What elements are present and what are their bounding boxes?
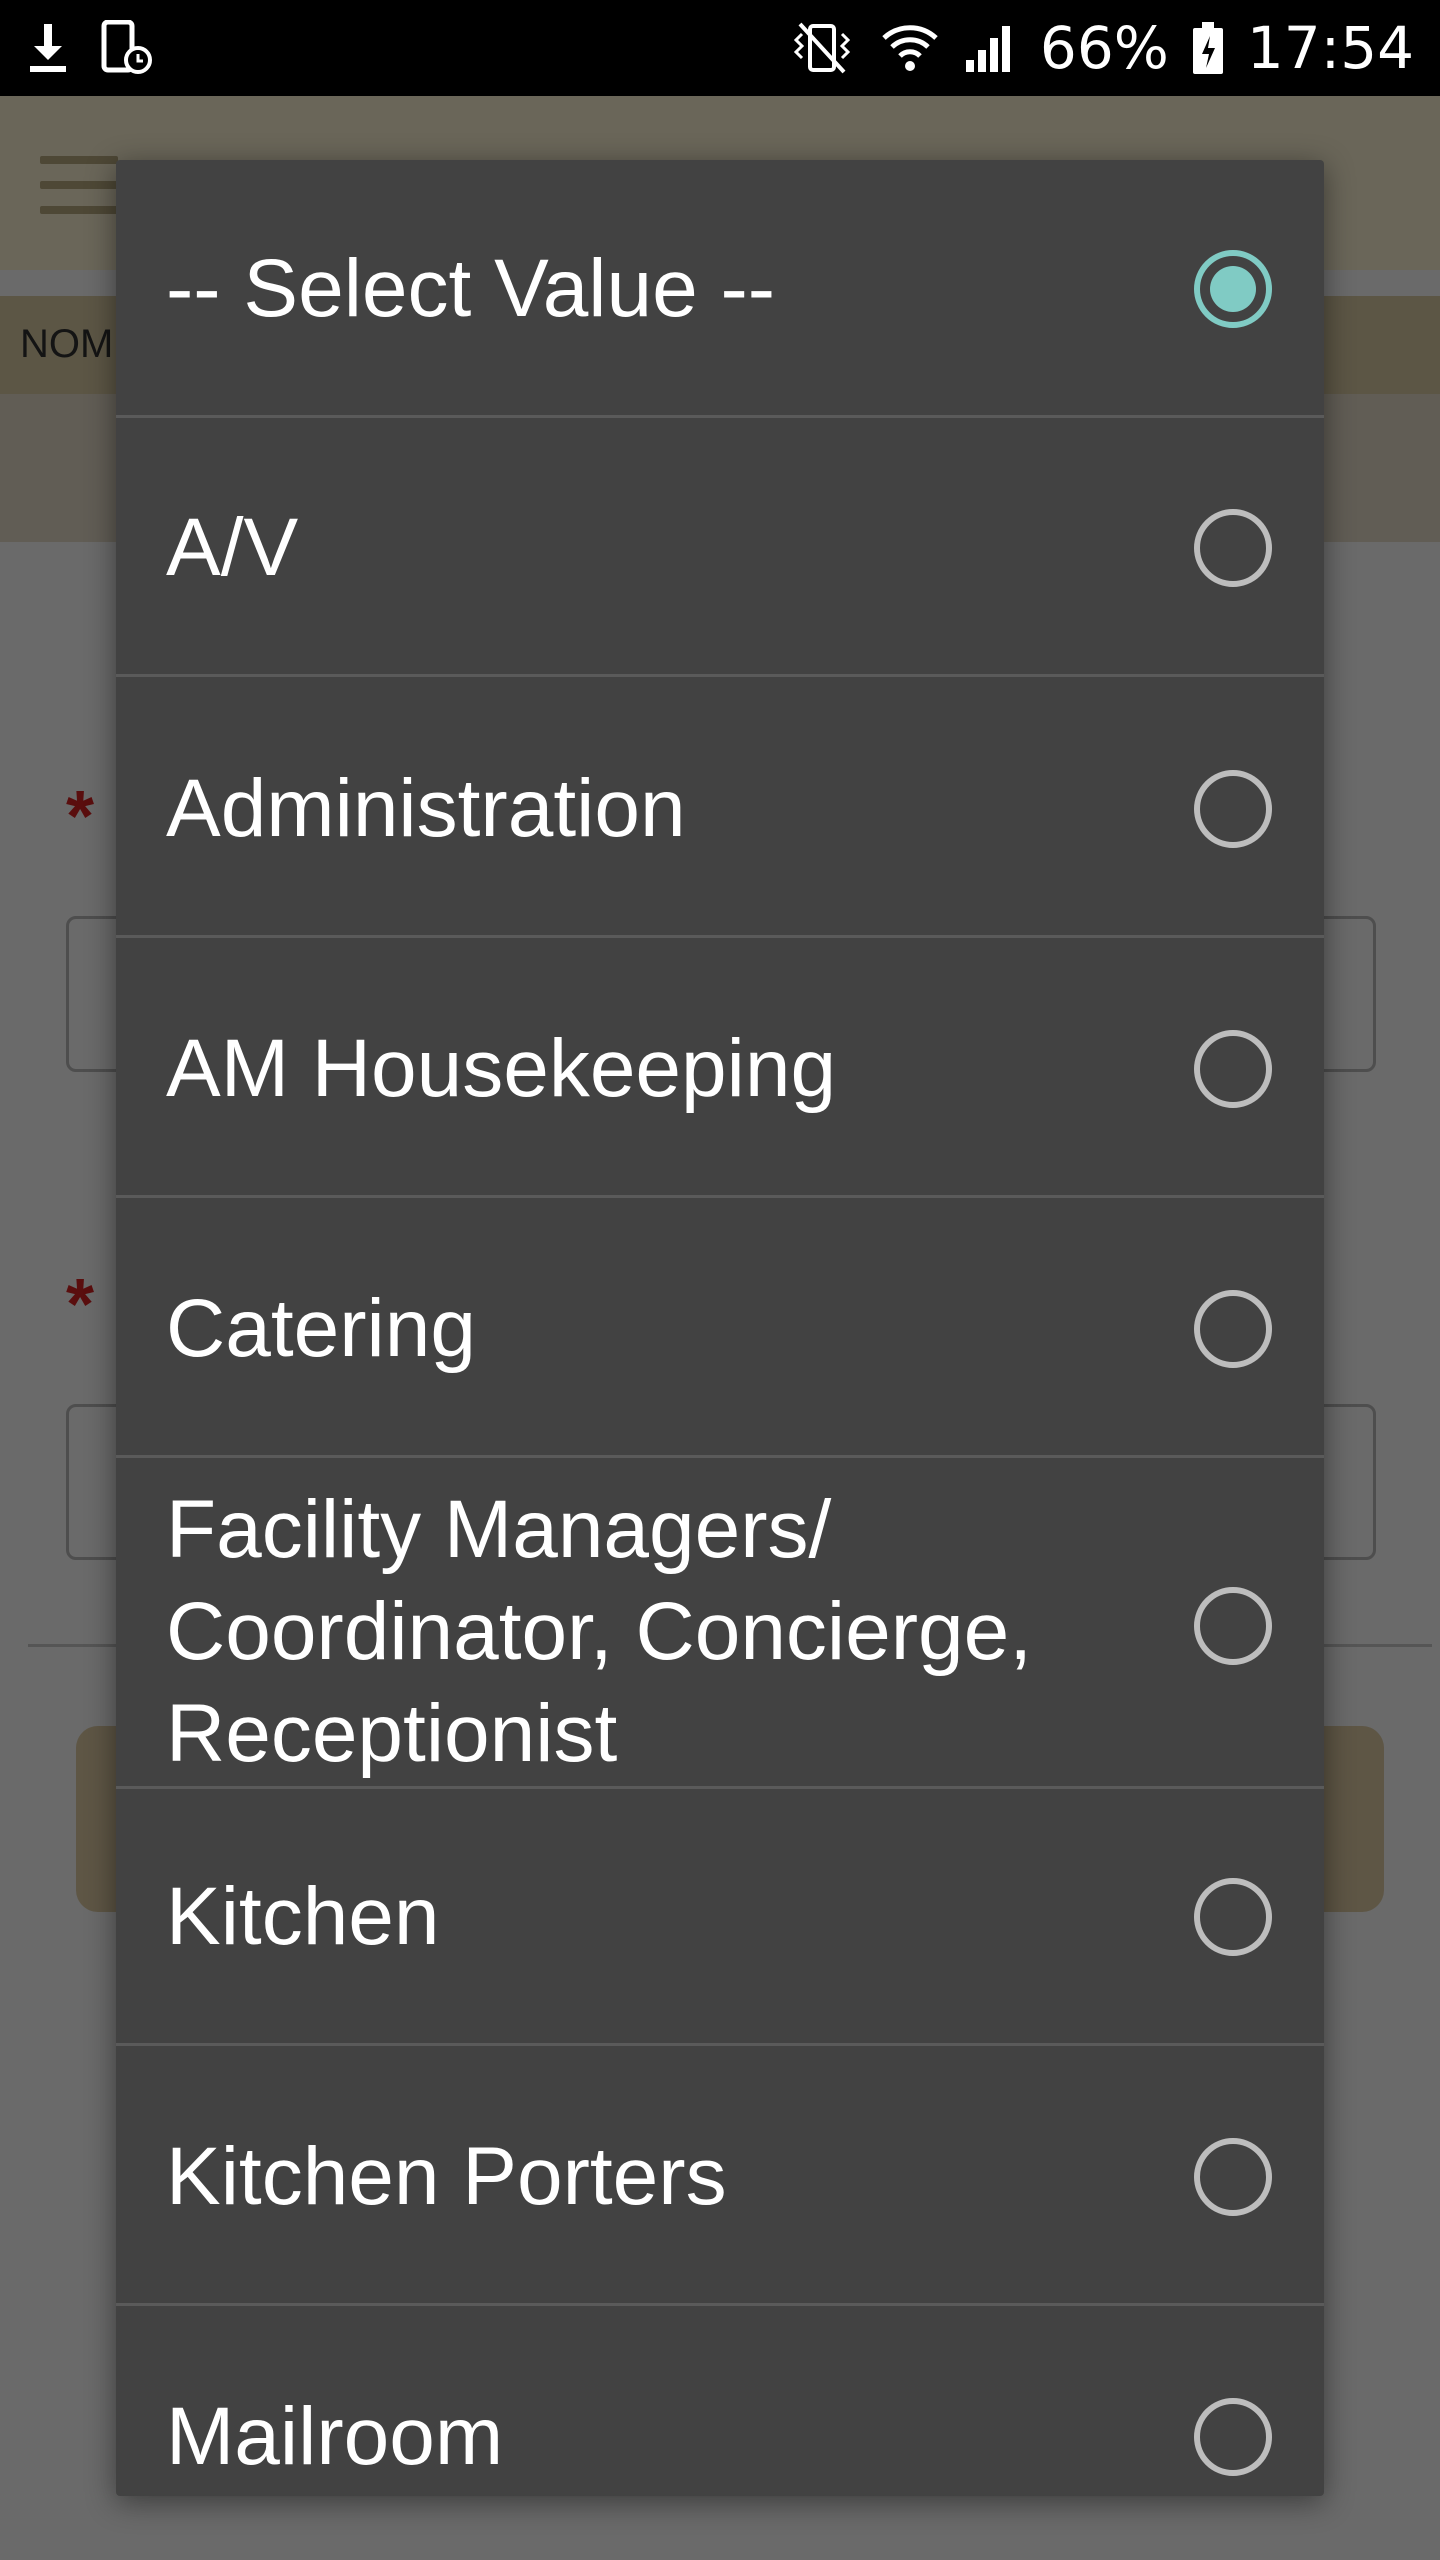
- radio-icon[interactable]: [1194, 2138, 1272, 2216]
- signal-icon: [962, 22, 1018, 74]
- device-clock-icon: [100, 20, 152, 76]
- select-value-dialog: -- Select Value -- A/V Administration AM…: [116, 160, 1324, 2496]
- menu-icon: [40, 156, 118, 214]
- radio-icon[interactable]: [1194, 1587, 1272, 1665]
- required-asterisk-icon: *: [66, 777, 95, 857]
- option-administration[interactable]: Administration: [116, 680, 1324, 938]
- option-select-value[interactable]: -- Select Value --: [116, 160, 1324, 418]
- radio-icon[interactable]: [1194, 2398, 1272, 2476]
- radio-icon[interactable]: [1194, 770, 1272, 848]
- download-icon: [26, 22, 70, 74]
- option-mailroom[interactable]: Mailroom: [116, 2308, 1324, 2496]
- required-asterisk-icon: *: [66, 1265, 95, 1345]
- sub-header-text: NOM: [20, 322, 114, 366]
- option-kitchen-porters[interactable]: Kitchen Porters: [116, 2048, 1324, 2306]
- option-am-housekeeping[interactable]: AM Housekeeping: [116, 940, 1324, 1198]
- radio-icon[interactable]: [1194, 1030, 1272, 1108]
- option-label: -- Select Value --: [166, 243, 776, 334]
- status-bar: 66% 17:54: [0, 0, 1440, 96]
- wifi-icon: [880, 20, 940, 76]
- option-label: AM Housekeeping: [166, 1023, 837, 1114]
- option-label: Mailroom: [166, 2391, 504, 2482]
- option-label: A/V: [166, 502, 299, 593]
- option-catering[interactable]: Catering: [116, 1200, 1324, 1458]
- option-label: Catering: [166, 1283, 476, 1374]
- option-label: Administration: [166, 763, 686, 854]
- radio-icon[interactable]: [1194, 1290, 1272, 1368]
- battery-percent: 66%: [1039, 14, 1169, 82]
- option-label: Facility Managers/ Coordinator, Concierg…: [166, 1484, 1033, 1779]
- radio-icon[interactable]: [1194, 1878, 1272, 1956]
- option-kitchen[interactable]: Kitchen: [116, 1788, 1324, 2046]
- option-av[interactable]: A/V: [116, 419, 1324, 677]
- vibrate-mute-icon: [786, 20, 858, 76]
- radio-icon[interactable]: [1194, 509, 1272, 587]
- option-label: Kitchen: [166, 1871, 440, 1962]
- radio-checked-icon[interactable]: [1194, 250, 1272, 328]
- option-label: Kitchen Porters: [166, 2131, 727, 2222]
- battery-charging-icon: [1191, 20, 1225, 76]
- clock-time: 17:54: [1246, 14, 1414, 82]
- option-facility-managers[interactable]: Facility Managers/ Coordinator, Concierg…: [116, 1461, 1324, 1789]
